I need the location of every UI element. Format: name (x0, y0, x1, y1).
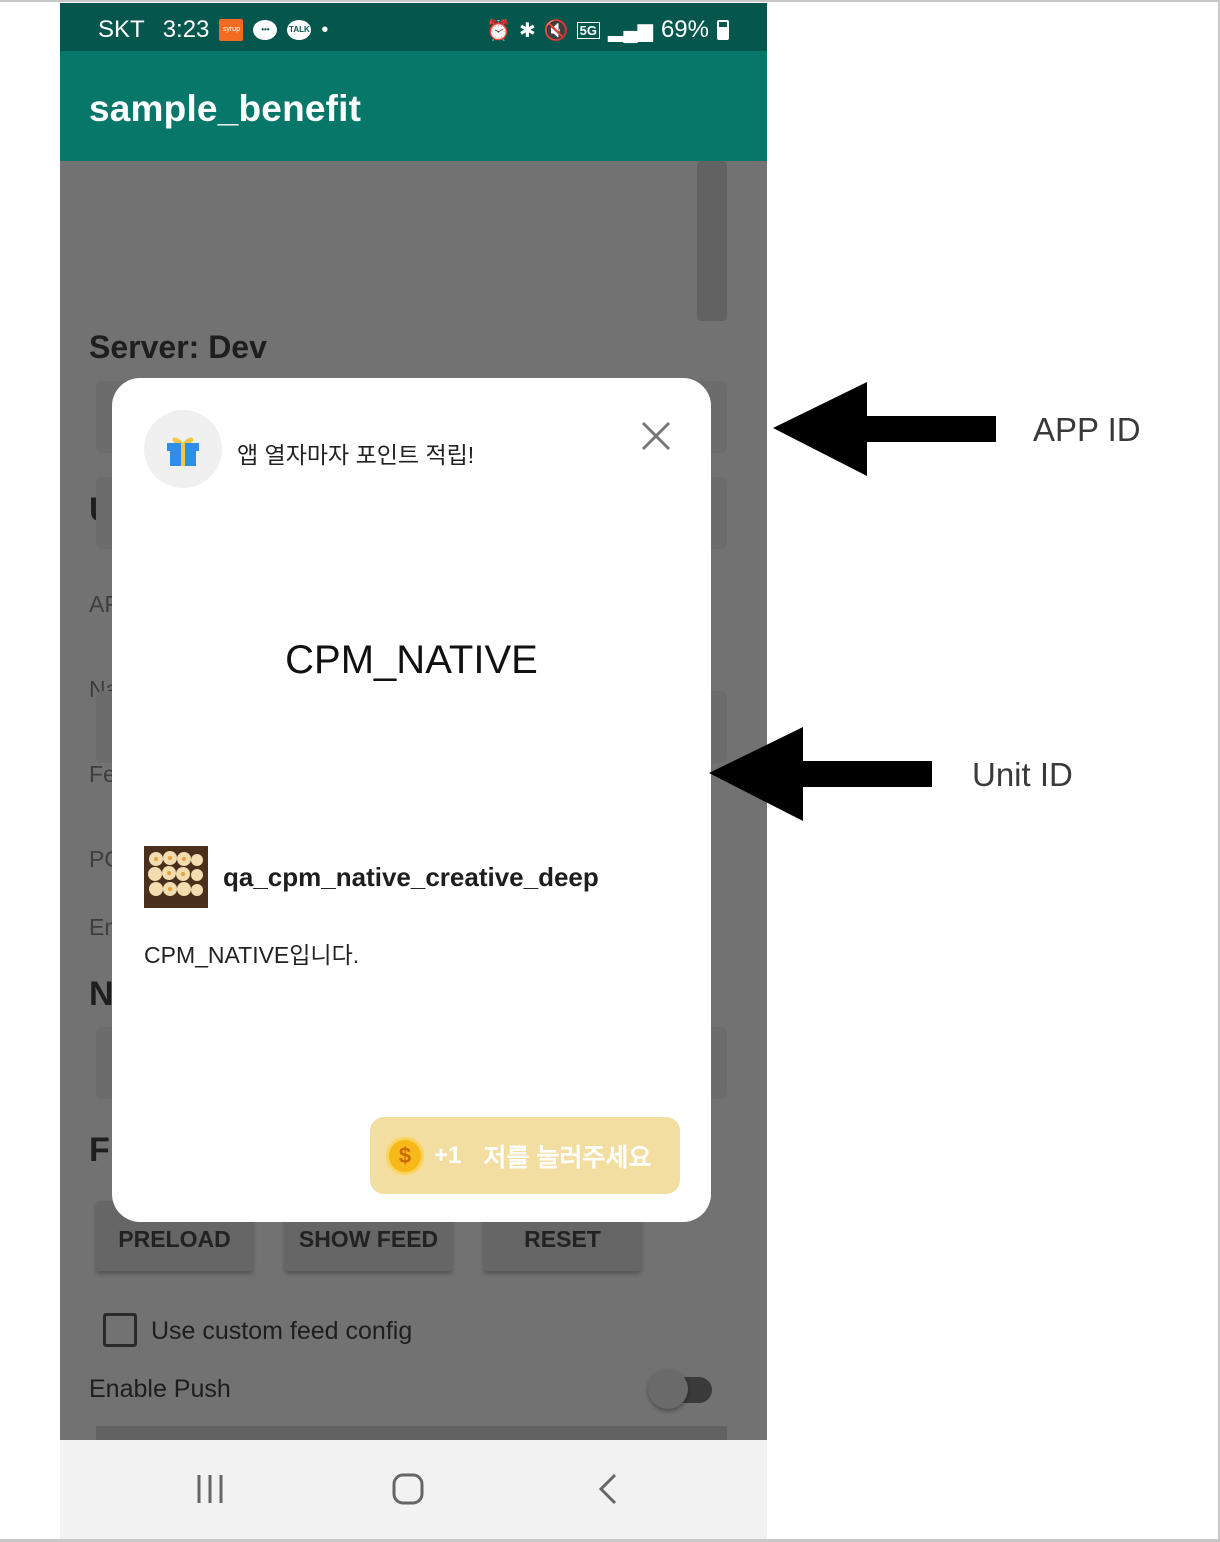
server-label: Server: Dev (89, 329, 267, 365)
coin-icon: $ (386, 1136, 424, 1175)
phone-screen: SKT 3:23 syrup ••• TALK • ⏰ ✱ 🔇 5G ▂▄▆ 6… (60, 3, 767, 1540)
app-bar: sample_benefit (60, 51, 767, 161)
chat-notification-icon: ••• (253, 20, 278, 40)
creative-title[interactable]: CPM_NATIVE (112, 638, 711, 683)
dialog-headline: 앱 열자마자 포인트 적립! (237, 442, 475, 468)
ad-title[interactable]: qa_cpm_native_creative_deep (223, 862, 599, 893)
close-icon (641, 421, 671, 451)
ad-description: CPM_NATIVE입니다. (144, 942, 360, 968)
signal-icon: ▂▄▆ (608, 19, 653, 42)
back-button[interactable] (578, 1464, 638, 1514)
carrier-text: SKT (98, 16, 145, 43)
scroll-indicator (697, 161, 727, 321)
section-heading-feed: F (89, 1131, 110, 1169)
cta-reward: +1 (434, 1141, 462, 1169)
cta-label: 저를 눌러주세요 (483, 1143, 652, 1172)
home-button[interactable] (378, 1464, 438, 1514)
unit-id-arrow-icon (709, 727, 932, 821)
gift-icon (167, 437, 199, 466)
bluetooth-icon: ✱ (519, 19, 536, 42)
status-left: SKT 3:23 syrup ••• TALK • (98, 16, 328, 44)
mute-icon: 🔇 (543, 19, 569, 42)
enable-push-switch-thumb[interactable] (648, 1369, 688, 1409)
unit-id-annotation-label: Unit ID (972, 756, 1073, 793)
home-icon (392, 1473, 424, 1505)
system-nav-bar (60, 1440, 767, 1540)
alarm-icon: ⏰ (486, 19, 511, 42)
battery-icon (717, 20, 729, 40)
gift-avatar (144, 410, 222, 488)
app-id-arrow-icon (773, 382, 996, 476)
recents-icon (197, 1475, 223, 1503)
app-title: sample_benefit (89, 88, 362, 129)
recents-button[interactable] (180, 1464, 240, 1514)
native-ad-dialog: 앱 열자마자 포인트 적립! CPM_NATIVE qa_cpm_native_… (112, 378, 711, 1222)
app-id-annotation-label: APP ID (1033, 411, 1141, 448)
custom-feed-config-label: Use custom feed config (151, 1317, 413, 1345)
status-bar: SKT 3:23 syrup ••• TALK • ⏰ ✱ 🔇 5G ▂▄▆ 6… (60, 3, 767, 51)
more-notifications-dot: • (321, 18, 329, 41)
enable-push-label: Enable Push (89, 1375, 231, 1403)
status-right: ⏰ ✱ 🔇 5G ▂▄▆ 69% (486, 16, 729, 44)
clock-text: 3:23 (162, 16, 210, 43)
custom-feed-config-checkbox[interactable] (103, 1313, 137, 1347)
close-button[interactable] (634, 414, 678, 458)
back-icon (598, 1473, 617, 1505)
ad-thumbnail-image[interactable] (144, 846, 208, 908)
syrup-notification-icon: syrup (219, 19, 244, 41)
cta-button[interactable]: $ +1 저를 눌러주세요 (370, 1117, 680, 1194)
network-type-icon: 5G (576, 21, 601, 39)
battery-percent: 69% (660, 16, 709, 43)
talk-notification-icon: TALK (287, 20, 312, 40)
section-heading-native: N (89, 975, 114, 1013)
page-border-top (0, 0, 1220, 2)
